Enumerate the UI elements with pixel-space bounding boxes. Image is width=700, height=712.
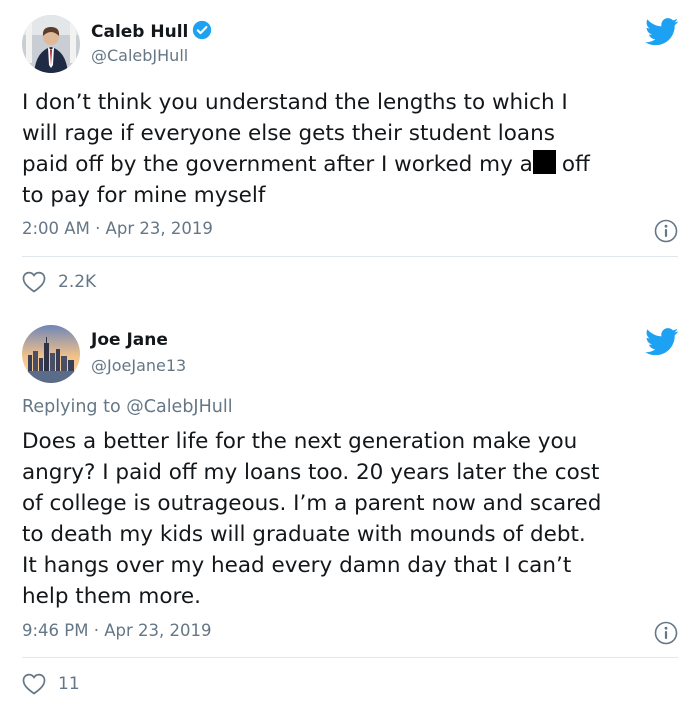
tweet-text-line: It hangs over my head every damn day tha…: [22, 553, 572, 578]
heart-icon: [22, 271, 46, 293]
tweet-text-segment: off: [561, 152, 590, 177]
tweet-text-line: to pay for mine myself: [22, 183, 266, 208]
divider: [22, 256, 678, 257]
like-button[interactable]: 2.2K: [22, 271, 96, 293]
replying-to: Replying to @CalebJHull: [22, 397, 233, 417]
tweet-text-line: angry? I paid off my loans too. 20 years…: [22, 460, 600, 485]
timestamp[interactable]: 2:00 AM · Apr 23, 2019: [22, 219, 213, 238]
author-name[interactable]: Caleb Hull: [91, 20, 212, 42]
tweet-text-line: to death my kids will graduate with moun…: [22, 522, 586, 547]
like-count: 2.2K: [58, 272, 97, 292]
like-button[interactable]: 11: [22, 673, 80, 695]
replying-to-label: Replying to: [22, 397, 121, 417]
twitter-bird-icon[interactable]: [645, 328, 679, 356]
heart-icon: [22, 673, 46, 695]
mention-link[interactable]: @CalebJHull: [126, 397, 232, 417]
info-icon[interactable]: [654, 621, 678, 645]
tweet-card[interactable]: Joe Jane @JoeJane13 Replying to @CalebJH…: [0, 310, 700, 712]
tweet-text: I don’t think you understand the lengths…: [22, 87, 590, 211]
divider: [22, 657, 678, 658]
verified-badge-icon: [193, 20, 212, 40]
tweet-text-line: I don’t think you understand the lengths…: [22, 90, 568, 115]
avatar[interactable]: [22, 15, 80, 73]
author-name[interactable]: Joe Jane: [91, 330, 168, 350]
tweet-text-line: Does a better life for the next generati…: [22, 429, 578, 454]
tweet-text-line: will rage if everyone else gets their st…: [22, 121, 555, 146]
tweet-text-line: of college is outrageous. I’m a parent n…: [22, 491, 602, 516]
timestamp[interactable]: 9:46 PM · Apr 23, 2019: [22, 621, 211, 640]
twitter-bird-icon[interactable]: [645, 18, 679, 46]
tweet-text-line: paid off by the government after I worke…: [22, 149, 590, 180]
info-icon[interactable]: [654, 219, 678, 243]
tweet-text: Does a better life for the next generati…: [22, 426, 601, 612]
author-handle[interactable]: @JoeJane13: [91, 356, 186, 375]
like-count: 11: [58, 674, 80, 694]
author-handle[interactable]: @CalebJHull: [91, 46, 188, 65]
tweet-text-line: help them more.: [22, 584, 201, 609]
avatar[interactable]: [22, 325, 80, 383]
tweet-card[interactable]: Caleb Hull @CalebJHull I don’t think you…: [0, 0, 700, 310]
tweet-text-segment: paid off by the government after I worke…: [22, 152, 533, 177]
redaction-box: [532, 150, 556, 174]
